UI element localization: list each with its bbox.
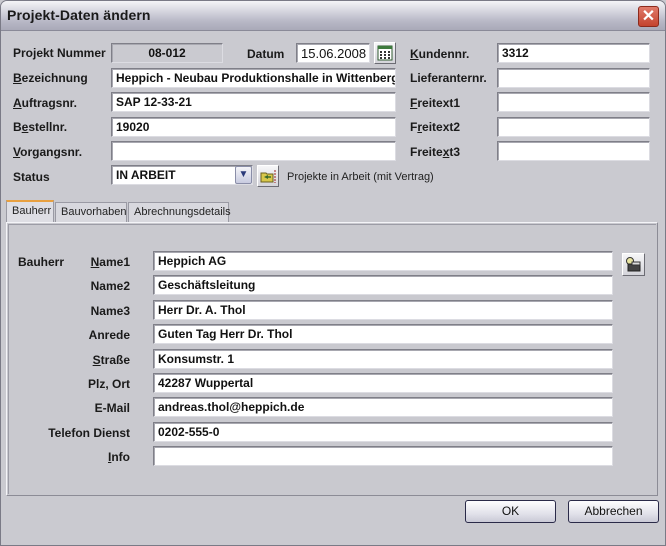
telefon-dienst-field[interactable]: 0202-555-0 xyxy=(153,421,613,442)
folder-edit-icon xyxy=(260,170,276,183)
anrede-field[interactable]: Guten Tag Herr Dr. Thol xyxy=(153,324,613,345)
plz-ort-label: Plz, Ort xyxy=(87,377,130,391)
status-description: Projekte in Arbeit (mit Vertrag) xyxy=(287,171,434,183)
email-label: E-Mail xyxy=(94,401,130,416)
freitext2-field[interactable] xyxy=(497,117,650,137)
freitext1-field[interactable] xyxy=(497,92,650,112)
info-label: Info xyxy=(108,450,130,465)
calendar-button[interactable] xyxy=(374,42,396,64)
cancel-button[interactable]: Abbrechen xyxy=(568,500,659,523)
status-dropdown-button[interactable]: ▼ xyxy=(235,166,252,184)
lieferantennr-label: Lieferanternr. xyxy=(410,71,487,85)
lieferantennr-field[interactable] xyxy=(497,68,650,88)
calendar-icon xyxy=(377,45,393,61)
freitext2-label: Freitext2 xyxy=(410,120,461,134)
close-icon: ✕ xyxy=(641,8,656,25)
status-value: IN ARBEIT xyxy=(116,168,176,182)
freitext3-label: Freitext3 xyxy=(410,145,461,159)
project-edit-dialog: Projekt-Daten ändern ✕ Projekt Nummer 08… xyxy=(0,0,666,546)
dialog-title: Projekt-Daten ändern xyxy=(7,7,151,23)
name1-field[interactable]: Heppich AG xyxy=(153,251,613,271)
address-lookup-button[interactable] xyxy=(622,253,645,276)
chevron-down-icon: ▼ xyxy=(238,169,249,180)
projekt-nummer-field: 08-012 xyxy=(111,43,223,63)
strasse-field[interactable]: Konsumstr. 1 xyxy=(153,348,613,369)
strasse-label: Straße xyxy=(92,352,130,367)
kundennr-field[interactable]: 3312 xyxy=(497,43,650,63)
anrede-label: Anrede xyxy=(88,328,130,343)
vorgangsnr-label: Vorgangsnr. xyxy=(13,145,83,159)
name2-label: Name2 xyxy=(90,279,130,294)
plz-ort-field[interactable]: 42287 Wuppertal xyxy=(153,373,613,393)
ok-button[interactable]: OK xyxy=(465,500,556,523)
auftragsnr-label: Auftragsnr. xyxy=(13,96,78,110)
kundennr-label: Kundennr. xyxy=(410,47,470,61)
bezeichnung-label: Bezeichnung xyxy=(13,71,88,85)
address-book-icon xyxy=(626,257,641,272)
name1-label: Name1 xyxy=(90,255,130,269)
name3-label: Name3 xyxy=(90,303,130,318)
tab-abrechnungsdetails[interactable]: Abrechnungsdetails xyxy=(128,202,231,222)
projekt-nummer-label: Projekt Nummer xyxy=(13,46,106,60)
bestellnr-label: Bestellnr. xyxy=(13,120,68,134)
status-label: Status xyxy=(13,170,50,184)
status-edit-button[interactable] xyxy=(257,165,279,187)
freitext1-label: Freitext1 xyxy=(410,96,461,110)
bezeichnung-field[interactable]: Heppich - Neubau Produktionshalle in Wit… xyxy=(111,68,396,88)
title-bar: Projekt-Daten ändern ✕ xyxy=(1,1,665,31)
tab-bauvorhaben[interactable]: Bauvorhaben xyxy=(55,202,127,222)
name2-field[interactable]: Geschäftsleitung xyxy=(153,275,613,296)
telefon-dienst-label: Telefon Dienst xyxy=(48,425,130,440)
info-field[interactable] xyxy=(153,446,613,467)
auftragsnr-field[interactable]: SAP 12-33-21 xyxy=(111,92,396,112)
name3-field[interactable]: Herr Dr. A. Thol xyxy=(153,299,613,320)
email-field[interactable]: andreas.thol@heppich.de xyxy=(153,397,613,418)
freitext3-field[interactable] xyxy=(497,141,650,161)
close-button[interactable]: ✕ xyxy=(638,6,659,27)
datum-label: Datum xyxy=(247,47,285,61)
vorgangsnr-field[interactable] xyxy=(111,141,396,161)
status-select[interactable]: IN ARBEIT xyxy=(111,165,253,185)
bestellnr-field[interactable]: 19020 xyxy=(111,117,396,137)
datum-field[interactable]: 15.06.2008 xyxy=(296,43,370,63)
tab-bauherr[interactable]: Bauherr xyxy=(6,200,54,222)
